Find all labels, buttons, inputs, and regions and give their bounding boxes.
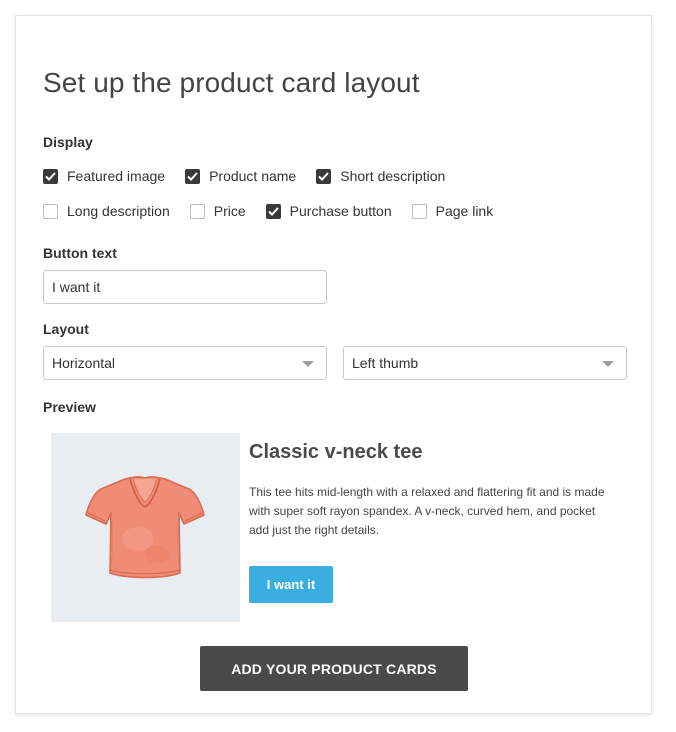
checkbox-featured-image[interactable]: Featured image	[43, 168, 165, 184]
product-title: Classic v-neck tee	[249, 441, 423, 463]
checkbox-price[interactable]: Price	[189, 203, 246, 219]
checkbox-checked-icon	[265, 203, 281, 219]
display-options-row-1: Featured image Product name Short descri…	[43, 166, 465, 186]
select-value: Left thumb	[352, 355, 419, 371]
product-card-setup-panel: Set up the product card layout Display F…	[15, 15, 652, 714]
button-text-label: Button text	[43, 245, 117, 261]
checkbox-unchecked-icon	[411, 203, 427, 219]
layout-orientation-select[interactable]: Horizontal	[43, 346, 327, 380]
checkbox-checked-icon	[43, 168, 58, 184]
checkbox-label: Price	[213, 203, 246, 219]
checkbox-long-description[interactable]: Long description	[43, 203, 170, 219]
chevron-down-icon	[302, 361, 314, 367]
checkbox-label: Product name	[209, 168, 297, 184]
checkbox-page-link[interactable]: Page link	[411, 203, 494, 219]
checkbox-label: Purchase button	[289, 203, 392, 219]
thumb-position-select[interactable]: Left thumb	[343, 346, 627, 380]
checkbox-label: Short description	[340, 168, 446, 184]
display-options-row-2: Long description Price Purchase button P…	[43, 201, 513, 221]
product-description: This tee hits mid-length with a relaxed …	[249, 485, 605, 537]
checkbox-checked-icon	[185, 168, 201, 184]
product-card-preview: Classic v-neck tee This tee hits mid-len…	[51, 433, 611, 622]
add-product-cards-button[interactable]: ADD YOUR PRODUCT CARDS	[200, 646, 468, 691]
page-title: Set up the product card layout	[43, 67, 420, 98]
t-shirt-icon	[85, 476, 205, 579]
checkbox-product-name[interactable]: Product name	[185, 168, 296, 184]
preview-label: Preview	[43, 399, 96, 415]
checkbox-unchecked-icon	[43, 203, 58, 219]
checkbox-label: Long description	[67, 203, 170, 219]
checkbox-label: Page link	[435, 203, 494, 219]
checkbox-purchase-button[interactable]: Purchase button	[265, 203, 392, 219]
chevron-down-icon	[602, 361, 614, 367]
layout-label: Layout	[43, 321, 89, 337]
display-section-label: Display	[43, 134, 93, 150]
purchase-button[interactable]: I want it	[249, 566, 333, 603]
select-value: Horizontal	[52, 355, 116, 371]
product-image	[51, 433, 240, 622]
button-text-input[interactable]	[43, 270, 327, 304]
checkbox-unchecked-icon	[189, 203, 205, 219]
checkbox-checked-icon	[316, 168, 332, 184]
checkbox-label: Featured image	[67, 168, 166, 184]
checkbox-short-description[interactable]: Short description	[316, 168, 445, 184]
